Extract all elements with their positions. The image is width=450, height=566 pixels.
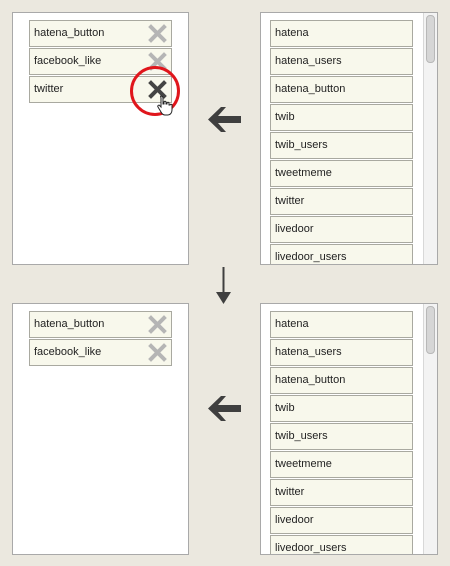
scrollbar-thumb[interactable]: [426, 15, 435, 63]
available-item-tweetmeme[interactable]: tweetmeme: [270, 160, 413, 187]
available-item-tweetmeme[interactable]: tweetmeme: [270, 451, 413, 478]
arrow-left-icon: [208, 396, 241, 421]
selected-services-list: hatena_button facebook_like: [29, 311, 172, 367]
selected-services-panel-before: hatena_button facebook_like twitter: [12, 12, 189, 265]
selected-item-label: hatena_button: [34, 27, 105, 39]
selected-item-hatena-button[interactable]: hatena_button: [29, 20, 172, 47]
available-item-hatena[interactable]: hatena: [270, 20, 413, 47]
close-x-icon[interactable]: [148, 343, 167, 362]
available-item-hatena[interactable]: hatena: [270, 311, 413, 338]
arrow-down-icon: [216, 267, 231, 304]
available-item-twib[interactable]: twib: [270, 395, 413, 422]
available-item-twib-users[interactable]: twib_users: [270, 423, 413, 450]
selected-item-hatena-button[interactable]: hatena_button: [29, 311, 172, 338]
available-services-list: hatena hatena_users hatena_button twib t…: [270, 20, 413, 264]
available-item-twib[interactable]: twib: [270, 104, 413, 131]
selected-item-label: twitter: [34, 83, 64, 95]
hand-pointer-icon: [157, 95, 173, 116]
selected-services-panel-after: hatena_button facebook_like: [12, 303, 189, 555]
selected-item-label: facebook_like: [34, 346, 102, 358]
available-item-livedoor[interactable]: livedoor: [270, 507, 413, 534]
available-item-hatena-button[interactable]: hatena_button: [270, 367, 413, 394]
scrollbar-thumb[interactable]: [426, 306, 435, 354]
available-item-hatena-button[interactable]: hatena_button: [270, 76, 413, 103]
close-x-icon[interactable]: [148, 24, 167, 43]
available-item-livedoor[interactable]: livedoor: [270, 216, 413, 243]
scrollbar[interactable]: [423, 13, 437, 264]
close-x-icon[interactable]: [148, 315, 167, 334]
available-item-hatena-users[interactable]: hatena_users: [270, 48, 413, 75]
available-services-list: hatena hatena_users hatena_button twib t…: [270, 311, 413, 554]
selected-item-label: hatena_button: [34, 318, 105, 330]
available-item-twitter[interactable]: twitter: [270, 188, 413, 215]
selected-item-label: facebook_like: [34, 55, 102, 67]
available-item-livedoor-users[interactable]: livedoor_users: [270, 535, 413, 554]
available-item-twitter[interactable]: twitter: [270, 479, 413, 506]
available-services-panel-after: hatena hatena_users hatena_button twib t…: [260, 303, 438, 555]
available-item-livedoor-users[interactable]: livedoor_users: [270, 244, 413, 264]
available-item-twib-users[interactable]: twib_users: [270, 132, 413, 159]
available-item-hatena-users[interactable]: hatena_users: [270, 339, 413, 366]
arrow-left-icon: [208, 107, 241, 132]
scrollbar[interactable]: [423, 304, 437, 554]
available-services-panel-before: hatena hatena_users hatena_button twib t…: [260, 12, 438, 265]
selected-item-facebook-like[interactable]: facebook_like: [29, 339, 172, 366]
